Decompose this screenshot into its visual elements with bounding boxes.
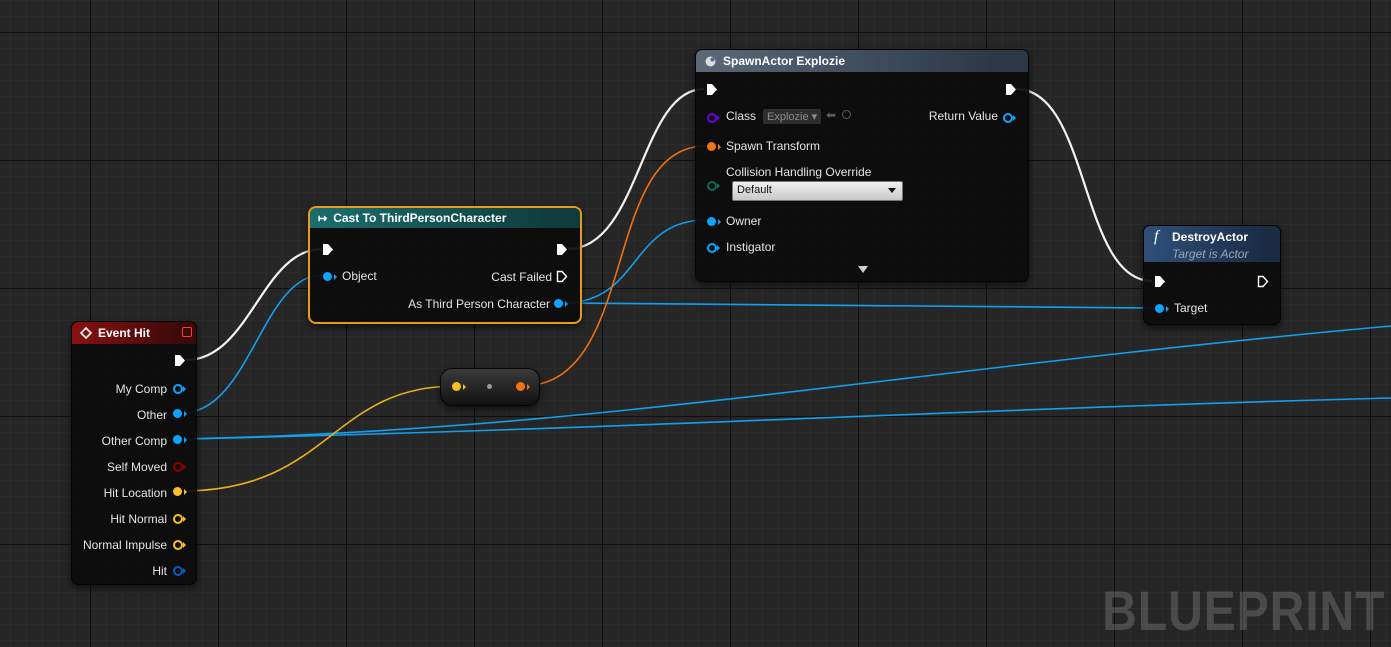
spawn-actor-node[interactable]: SpawnActor Explozie Class Explozie ▾ ⬅ R… [695,49,1029,282]
event-diamond-icon [80,327,92,339]
cast-header[interactable]: ↦ Cast To ThirdPersonCharacter [310,208,580,228]
spawn-actor-title: SpawnActor Explozie [723,54,846,68]
event-hit-pin-label-my-comp: My Comp [115,382,167,396]
spawn-return-label: Return Value [928,109,998,123]
cast-as-pin[interactable] [554,299,563,308]
blueprint-watermark: BLUEPRINT [1101,579,1385,642]
destroy-target-pin[interactable] [1155,304,1164,313]
normal-impulse-pin[interactable] [173,540,183,550]
dropdown-arrow-icon [888,188,896,193]
destroy-actor-node[interactable]: f DestroyActor Target is Actor Target [1143,225,1281,325]
spawn-instigator-pin[interactable] [707,243,717,253]
spawn-instigator-label: Instigator [726,240,776,254]
browse-magnifier-icon[interactable] [842,110,851,119]
conversion-input-pin[interactable] [452,382,461,391]
spawn-return-pin[interactable] [1003,113,1013,123]
spawn-collision-pin[interactable] [707,181,717,191]
my-comp-pin[interactable] [173,384,183,394]
cast-node[interactable]: ↦ Cast To ThirdPersonCharacter Object Ca… [308,206,582,324]
cast-as-label: As Third Person Character [408,297,550,311]
destroy-exec-in-pin[interactable] [1154,275,1166,288]
spawn-collision-label: Collision Handling Override [726,165,872,179]
event-hit-title: Event Hit [98,326,151,340]
conversion-dot-icon [487,384,492,389]
spawn-exec-out-pin[interactable] [1005,83,1017,96]
use-selected-arrow-icon[interactable]: ⬅ [826,108,836,122]
wire-as-to-owner [563,219,707,304]
wire-hitlocation-to-convert [181,385,457,492]
event-hit-pin-label-hit-location: Hit Location [103,486,167,500]
wire-exec-cast-to-spawn [567,87,705,251]
collision-handling-dropdown[interactable]: Default [732,181,903,201]
wire-othercomp-offscreen-1 [181,325,1391,440]
destroy-target-label: Target [1174,301,1208,315]
event-hit-pin-label-other: Other [136,408,167,422]
wire-other-to-object [181,274,323,414]
delegate-pin-icon[interactable] [182,327,192,337]
cast-exec-in-pin[interactable] [322,243,334,256]
cast-title: Cast To ThirdPersonCharacter [333,211,507,225]
spawn-transform-label: Spawn Transform [726,139,821,153]
spawn-actor-icon [705,56,716,66]
destroy-actor-header[interactable]: f DestroyActor Target is Actor [1144,226,1280,262]
function-icon: f [1154,228,1159,245]
wire-exec-hit-to-cast [185,247,323,362]
event-hit-node[interactable]: Event Hit My Comp Other Other Comp Self … [71,321,197,585]
spawn-class-label: Class [726,109,757,123]
cast-exec-out-pin[interactable] [556,243,568,256]
wire-as-to-target [563,302,1155,309]
event-hit-pin-label-other-comp: Other Comp [101,434,167,448]
spawn-class-picker[interactable]: Explozie ▾ [763,109,822,124]
wire-othercomp-offscreen-2 [181,397,1391,440]
spawn-actor-header[interactable]: SpawnActor Explozie [696,50,1028,72]
cast-arrow-icon: ↦ [318,212,328,225]
destroy-actor-subtitle: Target is Actor [1172,247,1249,261]
destroy-exec-out-pin[interactable] [1257,275,1269,288]
destroy-actor-title: DestroyActor [1172,230,1249,244]
hit-location-pin[interactable] [173,487,182,496]
cast-object-label: Object [342,269,377,283]
collision-handling-value: Default [737,184,772,196]
expand-advanced-icon[interactable] [858,266,868,273]
event-hit-exec-out-pin[interactable] [174,354,186,367]
vector-to-transform-node[interactable] [440,368,540,406]
spawn-transform-pin[interactable] [707,142,716,151]
other-pin[interactable] [173,409,182,418]
spawn-owner-pin[interactable] [707,217,716,226]
spawn-class-value: Explozie [767,111,809,123]
spawn-exec-in-pin[interactable] [706,83,718,96]
other-comp-pin[interactable] [173,435,182,444]
conversion-output-pin[interactable] [516,382,525,391]
self-moved-pin[interactable] [173,462,183,472]
cast-failed-exec-pin[interactable] [556,270,568,283]
cast-object-pin[interactable] [323,272,332,281]
spawn-owner-label: Owner [726,214,762,228]
event-hit-header[interactable]: Event Hit [72,322,196,344]
event-hit-pin-label-hit-normal: Hit Normal [110,512,167,526]
hit-normal-pin[interactable] [173,514,183,524]
hit-pin[interactable] [173,566,183,576]
event-hit-pin-label-normal-impulse: Normal Impulse [82,538,167,552]
event-hit-pin-label-self-moved: Self Moved [106,460,167,474]
wire-exec-spawn-to-destroy [1015,87,1153,283]
spawn-class-pin[interactable] [707,113,717,123]
cast-failed-label: Cast Failed [491,270,552,284]
event-hit-pin-label-hit: Hit [152,564,167,578]
